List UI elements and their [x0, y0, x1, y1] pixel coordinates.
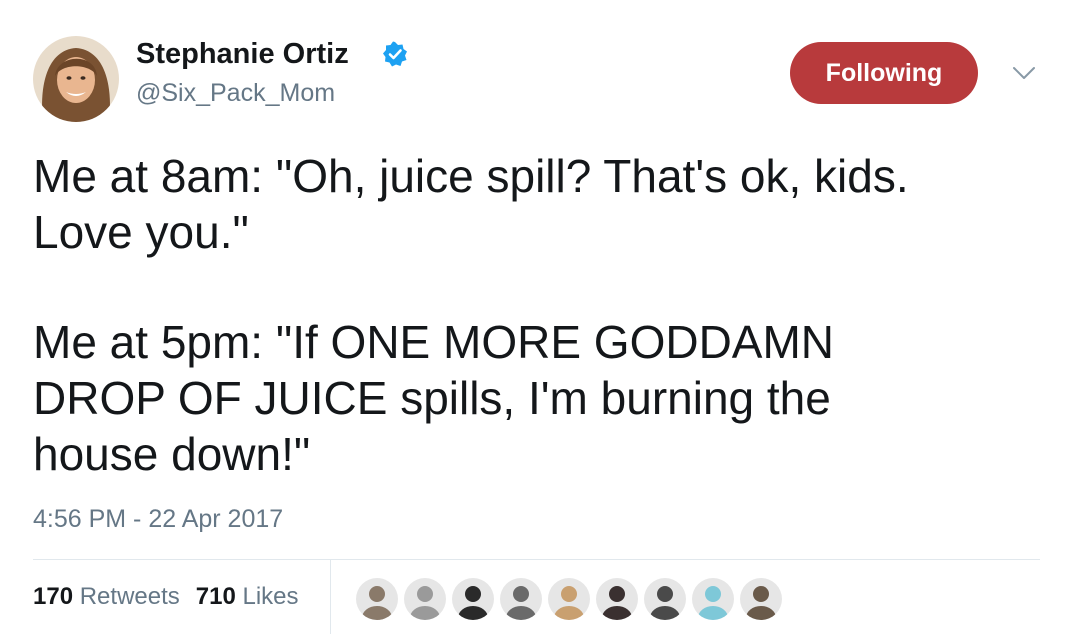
liker-avatar[interactable]	[356, 578, 398, 620]
liker-avatar[interactable]	[452, 578, 494, 620]
liker-avatar-icon	[452, 578, 494, 620]
retweets-stat[interactable]: 170 Retweets	[33, 583, 180, 610]
liker-avatar[interactable]	[404, 578, 446, 620]
tweet-line: house down!"	[33, 428, 311, 480]
liker-avatar-icon	[356, 578, 398, 620]
user-handle[interactable]: @Six_Pack_Mom	[136, 78, 335, 108]
liker-avatar[interactable]	[740, 578, 782, 620]
likes-stat[interactable]: 710 Likes	[196, 583, 299, 610]
profile-photo-icon	[33, 36, 119, 122]
liker-avatar[interactable]	[500, 578, 542, 620]
tweet-line: Me at 8am: "Oh, juice spill? That's ok, …	[33, 150, 909, 202]
tweet-line: Me at 5pm: "If ONE MORE GODDAMN	[33, 316, 835, 368]
display-name[interactable]: Stephanie Ortiz	[136, 36, 349, 72]
retweets-count: 170	[33, 583, 74, 610]
tweet-paragraph-break	[33, 260, 1033, 314]
tweet-stats: 170 Retweets 710 Likes	[33, 582, 299, 612]
liker-avatar-icon	[692, 578, 734, 620]
liker-avatar[interactable]	[692, 578, 734, 620]
verified-badge-icon	[383, 41, 407, 67]
liker-avatar[interactable]	[644, 578, 686, 620]
tweet-timestamp[interactable]: 4:56 PM - 22 Apr 2017	[33, 504, 283, 534]
divider	[33, 559, 1040, 560]
liker-avatar-icon	[740, 578, 782, 620]
liker-avatar-icon	[596, 578, 638, 620]
following-button[interactable]: Following	[790, 42, 978, 104]
liker-avatar-icon	[500, 578, 542, 620]
avatar[interactable]	[33, 36, 119, 122]
tweet-line: Love you."	[33, 206, 249, 258]
stats-divider	[330, 560, 331, 634]
tweet-text: Me at 8am: "Oh, juice spill? That's ok, …	[33, 148, 1033, 482]
liker-avatar-icon	[644, 578, 686, 620]
likes-label: Likes	[242, 583, 299, 610]
tweet-line: DROP OF JUICE spills, I'm burning the	[33, 372, 831, 424]
liker-avatar-icon	[404, 578, 446, 620]
chevron-down-icon[interactable]	[1011, 64, 1037, 82]
likes-count: 710	[195, 583, 236, 610]
retweets-label: Retweets	[79, 583, 180, 610]
liker-avatar[interactable]	[596, 578, 638, 620]
liker-avatar[interactable]	[548, 578, 590, 620]
liker-avatar-icon	[548, 578, 590, 620]
